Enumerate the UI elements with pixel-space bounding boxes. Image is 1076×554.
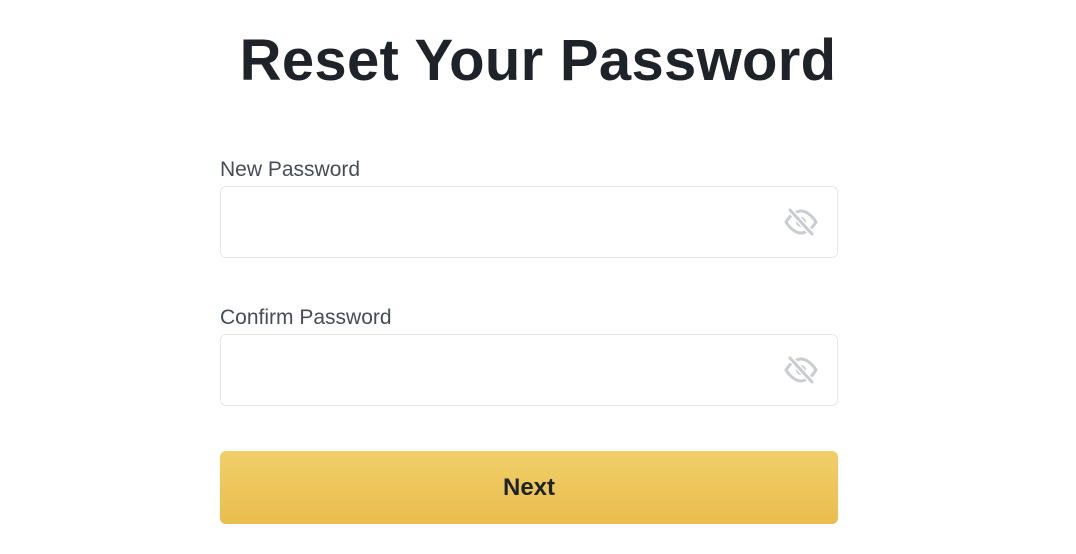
new-password-label: New Password — [220, 158, 361, 181]
confirm-password-label: Confirm Password — [220, 306, 392, 329]
new-password-field: New Password — [220, 158, 838, 258]
new-password-input[interactable] — [221, 187, 761, 256]
eye-slash-icon[interactable] — [783, 207, 819, 237]
eye-slash-icon[interactable] — [783, 355, 819, 385]
confirm-password-field: Confirm Password — [220, 306, 838, 406]
confirm-password-input-box[interactable] — [220, 334, 838, 406]
confirm-password-input[interactable] — [221, 335, 761, 404]
page-title: Reset Your Password — [239, 28, 837, 93]
next-button[interactable]: Next — [220, 451, 838, 524]
new-password-input-box[interactable] — [220, 186, 838, 258]
